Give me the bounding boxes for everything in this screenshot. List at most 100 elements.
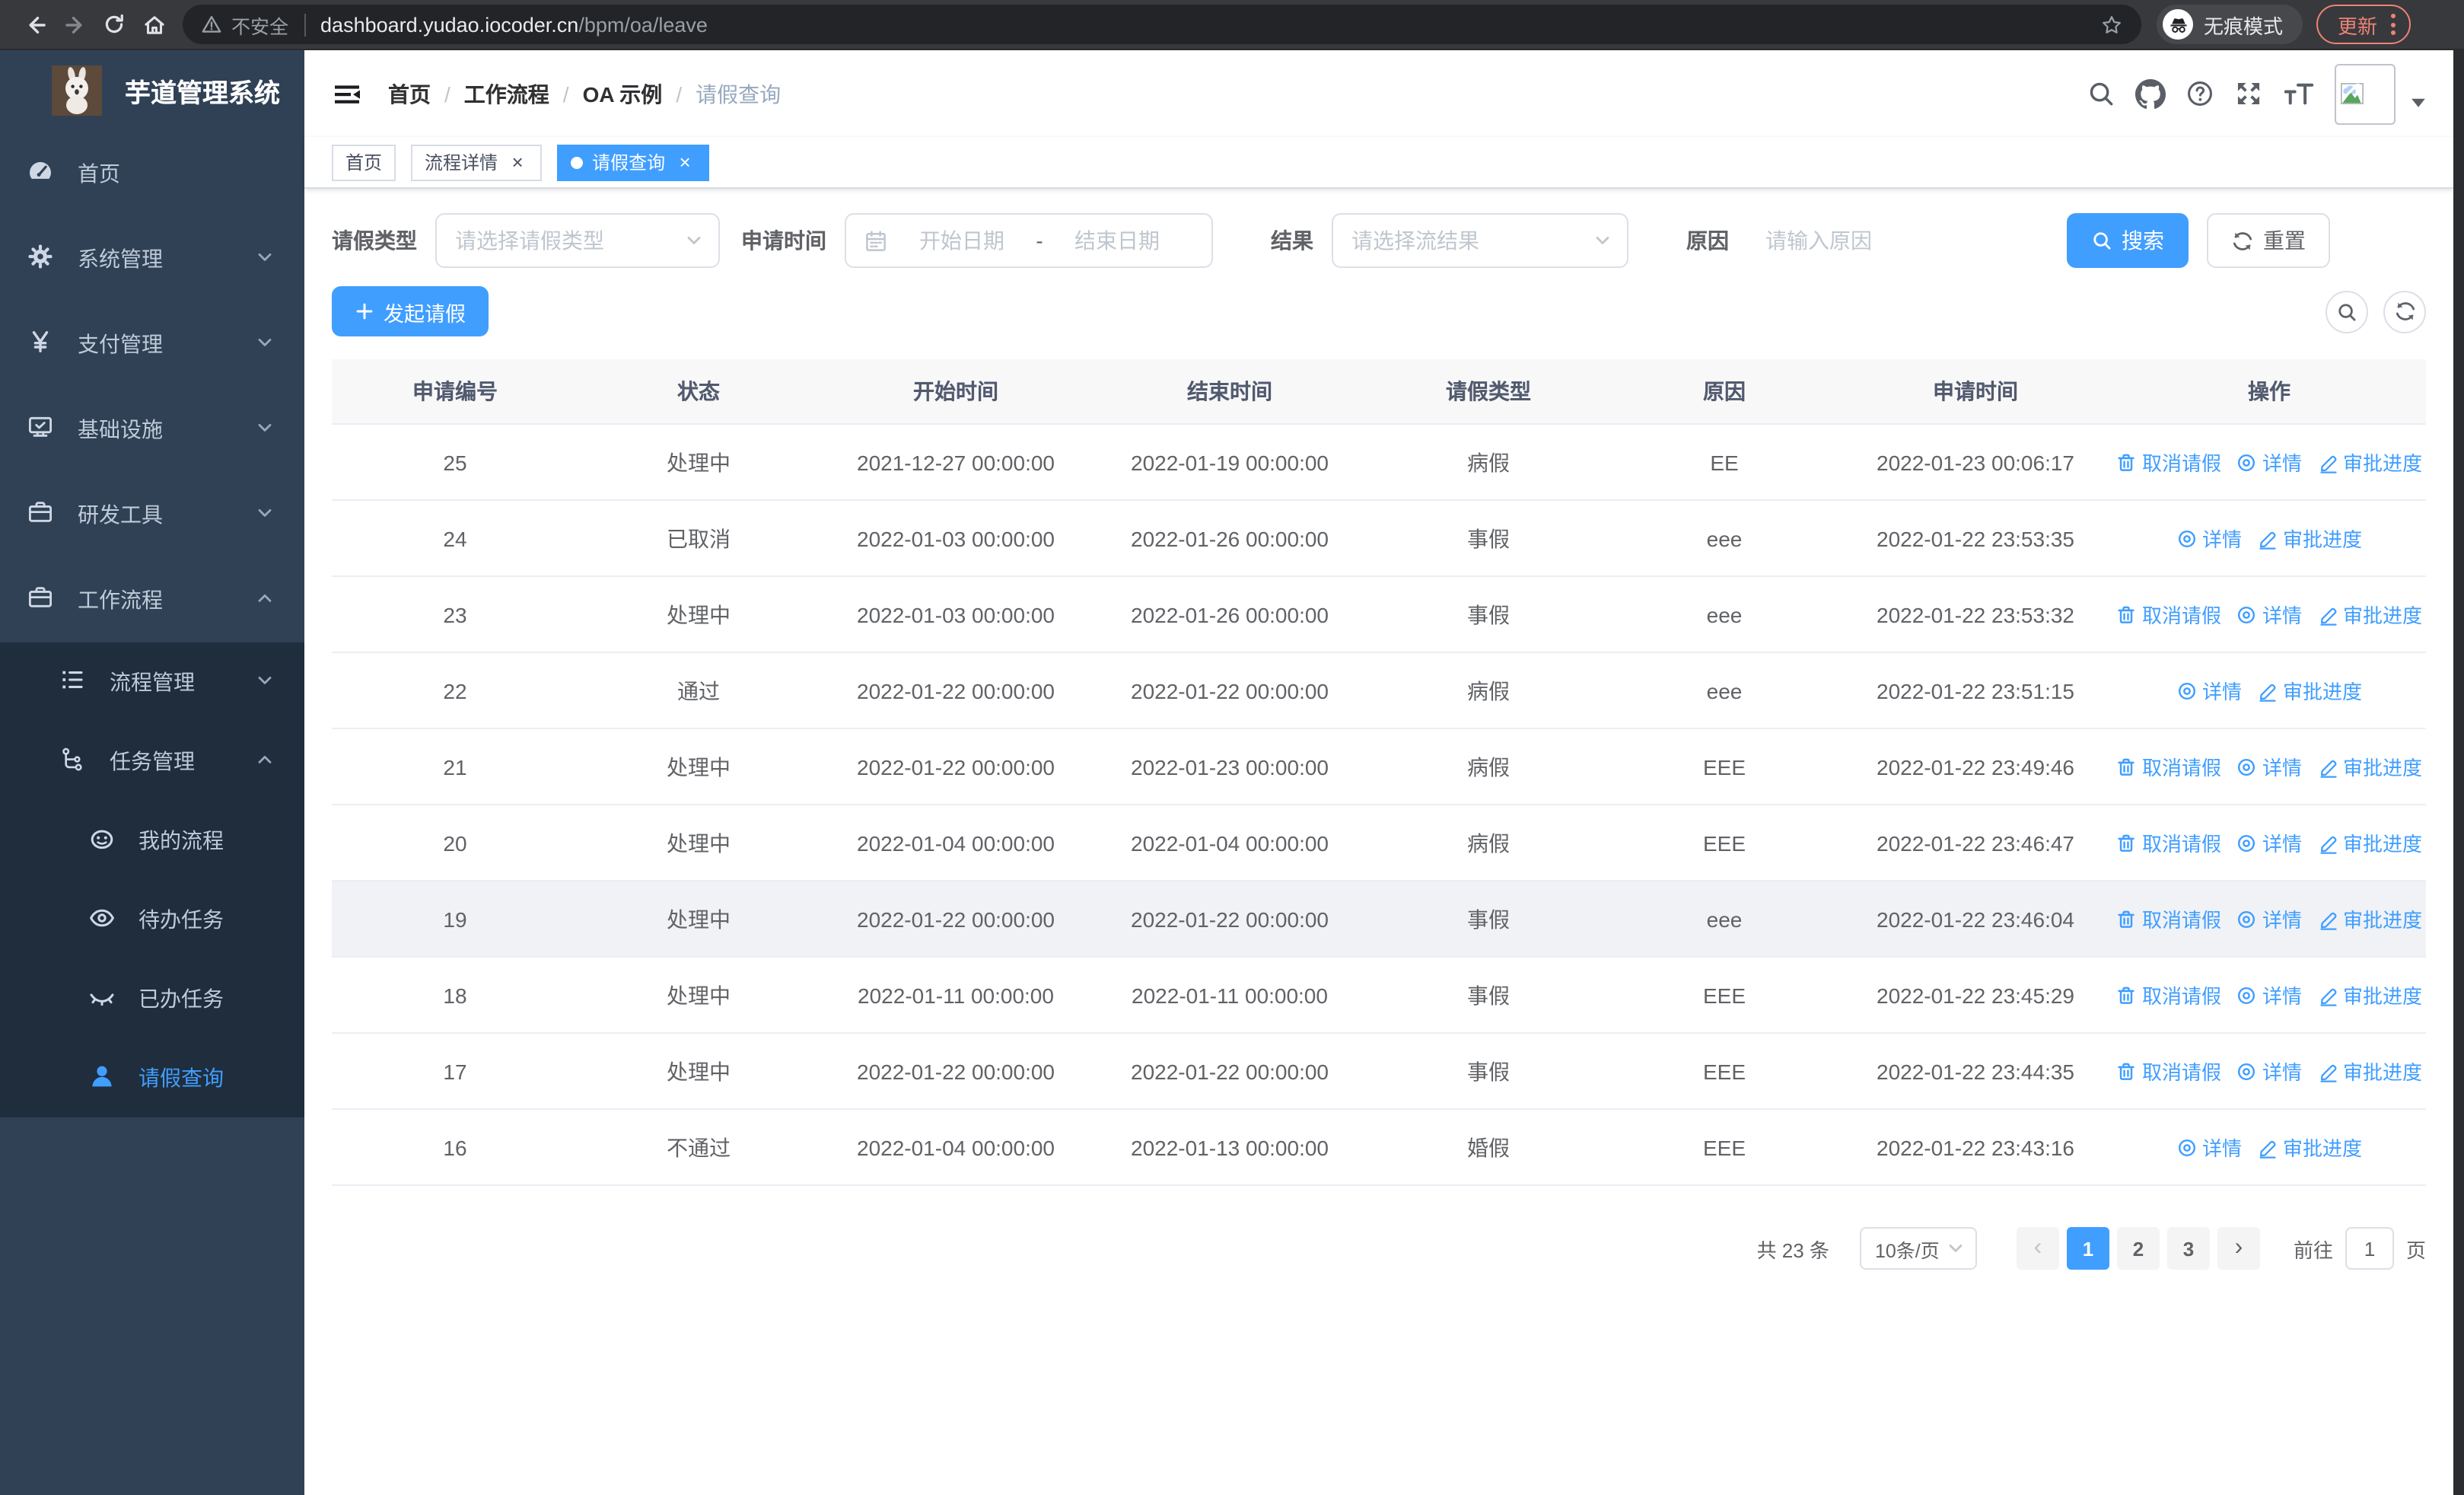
sidebar-item-label: 请假查询 [138,1066,224,1090]
cancel-leave-link[interactable]: 取消请假 [2116,828,2221,857]
result-label: 结果 [1271,228,1313,253]
sidebar-fold-button[interactable] [332,78,362,109]
sidebar-item-todo-tasks[interactable]: 待办任务 [0,880,304,959]
close-icon[interactable]: × [507,151,528,173]
detail-link[interactable]: 详情 [2236,752,2302,781]
sidebar-item-leave-query[interactable]: 请假查询 [0,1038,304,1117]
sidebar-item-devtools[interactable]: 研发工具 [0,472,304,557]
tab-请假查询[interactable]: 请假查询 × [557,144,710,180]
detail-link[interactable]: 详情 [2176,676,2242,705]
cancel-leave-link[interactable]: 取消请假 [2116,980,2221,1009]
tab-首页[interactable]: 首页 [332,144,396,180]
detail-link[interactable]: 详情 [2176,524,2242,553]
prev-page-button[interactable]: ‹ [2016,1227,2059,1270]
reason-input[interactable] [1747,213,2030,268]
calendar-icon [864,229,887,252]
tab-label: 流程详情 [425,152,498,174]
page-button-3[interactable]: 3 [2166,1227,2210,1270]
cancel-leave-link[interactable]: 取消请假 [2116,448,2221,477]
result-select[interactable]: 请选择流结果 [1332,213,1628,268]
sidebar-item-done-tasks[interactable]: 已办任务 [0,959,304,1038]
apply-time-label: 申请时间 [741,228,826,253]
browser-menu-icon[interactable] [2391,14,2396,35]
security-chip[interactable]: 不安全 [201,10,288,39]
view-icon [2236,451,2258,473]
sidebar-item-my-process[interactable]: 我的流程 [0,801,304,880]
breadcrumb-item[interactable]: 工作流程 [464,78,549,109]
cell-status: 处理中 [578,805,819,881]
help-button[interactable] [2185,79,2214,108]
font-size-button[interactable] [2283,81,2315,107]
cell-reason: eee [1610,500,1838,577]
toggle-search-button[interactable] [2326,290,2368,333]
header-search-button[interactable] [2087,79,2115,108]
sidebar-item-home[interactable]: 首页 [0,131,304,216]
sidebar-item-process-mgmt[interactable]: 流程管理 [0,642,304,722]
browser-back-button[interactable] [15,5,55,44]
apply-time-range-picker[interactable]: 开始日期 - 结束日期 [845,213,1213,268]
page-size-select[interactable]: 10条/页 [1859,1227,1977,1270]
user-menu-caret-icon[interactable] [2411,88,2426,115]
user-avatar[interactable] [2335,63,2396,124]
trash-icon [2116,1060,2138,1082]
detail-link[interactable]: 详情 [2236,904,2302,933]
page-button-1[interactable]: 1 [2066,1227,2109,1270]
table-row: 23 处理中 2022-01-03 00:00:00 2022-01-26 00:00… [332,576,2426,653]
progress-link[interactable]: 审批进度 [2257,1133,2362,1162]
bookmark-star-icon[interactable] [2100,13,2123,36]
reset-button[interactable]: 重置 [2207,213,2330,268]
detail-link[interactable]: 详情 [2236,448,2302,477]
breadcrumb-item[interactable]: 首页 [388,78,431,109]
sidebar-item-system[interactable]: 系统管理 [0,216,304,301]
detail-link[interactable]: 详情 [2236,1057,2302,1085]
view-icon [2236,984,2258,1006]
progress-link[interactable]: 审批进度 [2317,448,2422,477]
view-icon [2176,1136,2198,1158]
cell-apply-time: 2022-01-22 23:46:47 [1838,805,2112,881]
robot-icon [88,824,114,856]
browser-reload-button[interactable] [94,5,134,44]
sidebar-item-infrastructure[interactable]: 基础设施 [0,387,304,472]
address-bar[interactable]: 不安全 dashboard.yudao.iocoder.cn/bpm/oa/le… [183,5,2141,44]
github-link[interactable] [2135,78,2166,109]
sidebar-item-payment[interactable]: 支付管理 [0,301,304,387]
goto-page-input[interactable] [2345,1227,2394,1270]
cell-end-time: 2022-01-23 00:00:00 [1093,728,1367,805]
cancel-leave-link[interactable]: 取消请假 [2116,1057,2221,1085]
next-page-button[interactable]: › [2217,1227,2260,1270]
detail-link[interactable]: 详情 [2176,1133,2242,1162]
browser-forward-button[interactable] [55,5,94,44]
fullscreen-button[interactable] [2234,79,2263,108]
briefcase-icon [27,585,53,615]
browser-home-button[interactable] [134,5,173,44]
detail-link[interactable]: 详情 [2236,600,2302,629]
progress-link[interactable]: 审批进度 [2257,676,2362,705]
browser-update-button[interactable]: 更新 [2316,5,2411,44]
progress-link[interactable]: 审批进度 [2317,828,2422,857]
sidebar-item-workflow[interactable]: 工作流程 [0,557,304,642]
breadcrumb-item[interactable]: OA 示例 [583,78,663,109]
refresh-table-button[interactable] [2383,290,2426,333]
create-leave-button[interactable]: 发起请假 [332,286,489,336]
cancel-leave-link[interactable]: 取消请假 [2116,600,2221,629]
search-button[interactable]: 搜索 [2067,213,2189,268]
cell-leave-type: 婚假 [1367,1109,1610,1186]
cancel-leave-link[interactable]: 取消请假 [2116,752,2221,781]
tab-流程详情[interactable]: 流程详情 × [411,144,543,180]
progress-link[interactable]: 审批进度 [2317,600,2422,629]
progress-link[interactable]: 审批进度 [2317,1057,2422,1085]
progress-link[interactable]: 审批进度 [2317,752,2422,781]
progress-link[interactable]: 审批进度 [2317,904,2422,933]
sidebar-item-task-mgmt[interactable]: 任务管理 [0,722,304,801]
leave-type-select[interactable]: 请选择请假类型 [435,213,720,268]
app-title: 芋道管理系统 [125,79,280,108]
detail-link[interactable]: 详情 [2236,980,2302,1009]
cancel-leave-link[interactable]: 取消请假 [2116,904,2221,933]
detail-link[interactable]: 详情 [2236,828,2302,857]
progress-link[interactable]: 审批进度 [2317,980,2422,1009]
close-icon[interactable]: × [674,151,696,173]
right-scrollbar[interactable] [2453,50,2464,1495]
page-button-2[interactable]: 2 [2116,1227,2160,1270]
progress-link[interactable]: 审批进度 [2257,524,2362,553]
sidebar-item-label: 任务管理 [110,749,195,773]
